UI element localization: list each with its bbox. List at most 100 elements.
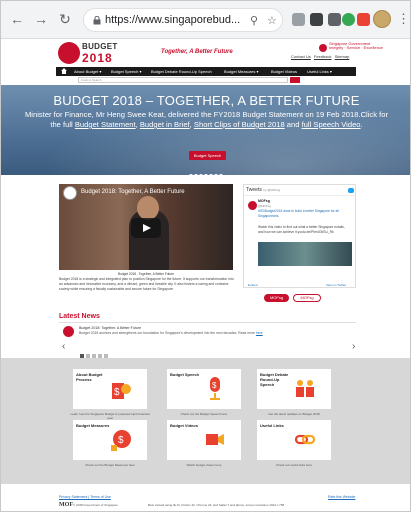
card-caption: Check out useful links here bbox=[275, 463, 313, 467]
view-on-twitter-link[interactable]: View on Twitter bbox=[326, 283, 346, 287]
news-icon bbox=[63, 326, 74, 337]
search-button[interactable] bbox=[290, 77, 300, 83]
card-budget-videos[interactable]: Budget Videos bbox=[167, 420, 241, 460]
carousel-dot[interactable] bbox=[194, 174, 198, 175]
footer-links[interactable]: Privacy Statement | Terms of Use bbox=[59, 495, 111, 499]
card-budget-speech[interactable]: Budget Speech $ bbox=[167, 369, 241, 409]
nav-budget-videos[interactable]: Budget Videos bbox=[271, 69, 297, 74]
hero-desc-end: . bbox=[360, 120, 363, 129]
twitter-follow-button[interactable]: MOFsg bbox=[264, 294, 289, 302]
card-title: About Budget Process bbox=[76, 372, 103, 382]
main-nav: About Budget ▾ Budget Speech ▾ Budget De… bbox=[56, 67, 356, 76]
video-caption: Budget 2018 - Together, A Better Future bbox=[117, 272, 175, 276]
reload-icon[interactable]: ↻ bbox=[58, 11, 72, 27]
hero-desc-text: Minister for Finance, Mr Heng Swee Keat,… bbox=[24, 110, 388, 119]
card-title: Budget Measures bbox=[76, 423, 110, 428]
star-icon[interactable]: ☆ bbox=[267, 14, 277, 27]
measures-icon: $ bbox=[111, 430, 131, 451]
gov-line-2: Integrity · Service · Excellence bbox=[329, 45, 384, 50]
url-text: https://www.singaporebud... bbox=[105, 14, 241, 26]
tweets-header: Tweets by @MOFsg bbox=[246, 187, 280, 193]
facebook-like-button[interactable]: MOFsg bbox=[293, 294, 321, 302]
divider bbox=[244, 195, 355, 196]
nav-debate-roundup[interactable]: Budget Debate Round-Up Speech bbox=[151, 69, 212, 74]
svg-text:$: $ bbox=[212, 381, 217, 390]
twitter-timeline[interactable]: Tweets by @MOFsg MOFsg @MOFsg #SGBudget2… bbox=[243, 184, 356, 288]
news-read-more-link[interactable]: here bbox=[256, 331, 263, 335]
video-description: Budget 2018 is a strategic and integrate… bbox=[59, 277, 234, 291]
copyright: © 2018 Government of Singapore bbox=[73, 503, 118, 507]
carousel-dot[interactable] bbox=[204, 174, 208, 175]
tweet-text-2: Watch this video to find out what a bett… bbox=[258, 225, 345, 234]
feedback-link[interactable]: Feedback bbox=[314, 54, 332, 59]
people-money-icon bbox=[296, 380, 314, 397]
menu-icon[interactable]: ⋮ bbox=[397, 11, 410, 27]
search-input[interactable]: Custom Search bbox=[78, 77, 288, 83]
play-icon[interactable] bbox=[131, 218, 161, 238]
news-divider bbox=[59, 322, 356, 323]
embed-link[interactable]: Embed bbox=[248, 283, 258, 287]
card-about-budget-process[interactable]: About Budget Process $ bbox=[73, 369, 147, 409]
hero-title: BUDGET 2018 – TOGETHER, A BETTER FUTURE bbox=[53, 93, 360, 108]
mof-avatar[interactable] bbox=[248, 201, 257, 210]
profile-avatar[interactable] bbox=[373, 10, 391, 28]
channel-icon bbox=[63, 186, 77, 200]
nav-budget-measures[interactable]: Budget Measures ▾ bbox=[224, 69, 258, 74]
chevron-right-icon[interactable]: › bbox=[352, 341, 355, 352]
green-extension-icon[interactable] bbox=[342, 13, 355, 26]
hero-description: Minister for Finance, Mr Heng Swee Keat,… bbox=[6, 110, 407, 130]
carousel-dot[interactable] bbox=[214, 174, 218, 175]
carousel-dot[interactable] bbox=[199, 174, 203, 175]
budget-in-brief-link[interactable]: Budget in Brief bbox=[140, 120, 190, 129]
card-title: Useful Links bbox=[260, 423, 284, 428]
budget-logo-icon[interactable] bbox=[58, 42, 80, 64]
carousel-dot[interactable] bbox=[219, 174, 223, 175]
svg-text:$: $ bbox=[118, 435, 124, 446]
hero-banner: BUDGET 2018 – TOGETHER, A BETTER FUTURE … bbox=[1, 85, 410, 175]
bookmark-extension-icon[interactable] bbox=[310, 13, 323, 26]
svg-text:$: $ bbox=[114, 387, 120, 398]
footer: Privacy Statement | Terms of Use MOF © 2… bbox=[1, 484, 410, 511]
sitemap-link[interactable]: Sitemap bbox=[335, 54, 350, 59]
hero-desc-text-2: the full bbox=[50, 120, 75, 129]
card-budget-measures[interactable]: Budget Measures $ bbox=[73, 420, 147, 460]
mof-logo: MOF bbox=[59, 502, 73, 508]
contact-link[interactable]: Contact Us bbox=[291, 54, 311, 59]
card-caption: Check out the Budget Speech here bbox=[180, 412, 228, 416]
speech-video-link[interactable]: full Speech Video bbox=[302, 120, 361, 129]
card-title: Budget Debate Round-Up Speech bbox=[260, 372, 289, 387]
video-player[interactable]: Budget 2018: Together, A Better Future bbox=[59, 184, 233, 270]
tweet-username: @MOFsg bbox=[258, 204, 271, 208]
tweets-title: Tweets bbox=[246, 187, 262, 193]
red-extension-icon[interactable] bbox=[357, 13, 370, 26]
arrow-left-icon[interactable]: ← bbox=[10, 11, 24, 27]
tweet-image[interactable] bbox=[258, 242, 352, 266]
budget-speech-button[interactable]: Budget Speech bbox=[189, 151, 226, 160]
nav-budget-speech[interactable]: Budget Speech ▾ bbox=[111, 69, 141, 74]
arrow-right-icon[interactable]: → bbox=[34, 11, 48, 27]
news-summary-text: Budget 2018 anchors and strengthens our … bbox=[79, 331, 255, 335]
gov-logo-icon bbox=[319, 44, 327, 52]
card-caption: Watch budget videos here bbox=[186, 463, 222, 467]
home-icon[interactable] bbox=[61, 68, 67, 74]
search-bar: Custom Search bbox=[56, 76, 356, 85]
chevron-left-icon[interactable]: ‹ bbox=[62, 341, 65, 352]
rate-website-link[interactable]: Rate this Website bbox=[328, 495, 355, 499]
card-debate-roundup[interactable]: Budget Debate Round-Up Speech bbox=[257, 369, 331, 409]
mail-extension-icon[interactable] bbox=[328, 13, 341, 26]
tweets-by: by @MOFsg bbox=[263, 188, 281, 192]
card-caption: Check out the Budget Measures here bbox=[85, 463, 135, 467]
zoom-icon[interactable]: ⚲ bbox=[250, 14, 258, 27]
nav-useful-links[interactable]: Useful Links ▾ bbox=[307, 69, 332, 74]
card-useful-links[interactable]: Useful Links bbox=[257, 420, 331, 460]
tweet-handle[interactable]: MOFsg bbox=[258, 199, 270, 203]
money-gear-icon: $ bbox=[112, 383, 131, 399]
address-bar[interactable]: https://www.singaporebud... ⚲ ☆ bbox=[83, 8, 283, 32]
extension-icon[interactable] bbox=[292, 13, 305, 26]
news-headline[interactable]: Budget 2018: Together, A Better Future bbox=[79, 326, 141, 330]
budget-statement-link[interactable]: Budget Statement bbox=[75, 120, 136, 129]
short-clips-link[interactable]: Short Clips of Budget 2018 bbox=[194, 120, 285, 129]
carousel-dot[interactable] bbox=[189, 174, 193, 175]
nav-about-budget[interactable]: About Budget ▾ bbox=[74, 69, 101, 74]
carousel-dot[interactable] bbox=[209, 174, 213, 175]
